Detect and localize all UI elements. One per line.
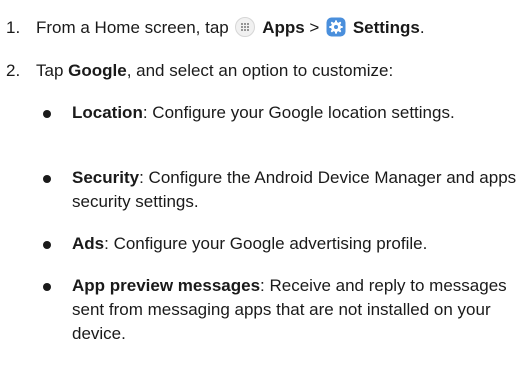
bullet-dot bbox=[43, 175, 51, 183]
bullet-dot bbox=[43, 283, 51, 291]
path-separator: > bbox=[304, 18, 325, 37]
option-label: App preview messages bbox=[72, 276, 261, 295]
bullet-dot bbox=[43, 241, 51, 249]
option-label: Location bbox=[72, 103, 143, 122]
step-number: 1. bbox=[6, 18, 21, 37]
settings-label: Settings bbox=[352, 18, 420, 37]
step-number: 2. bbox=[6, 61, 21, 80]
option-text: Ads: Configure your Google advertising p… bbox=[72, 232, 524, 256]
option-description: : Configure the Android Device Manager a… bbox=[72, 168, 517, 211]
step-text: Tap Google, and select an option to cust… bbox=[36, 59, 524, 83]
option-description: : Configure your Google location setting… bbox=[142, 103, 455, 122]
apps-grid-icon bbox=[234, 17, 256, 37]
option-label: Ads bbox=[72, 234, 105, 253]
step-intro-text: Tap bbox=[36, 61, 69, 80]
option-text: Security: Configure the Android Device M… bbox=[72, 166, 524, 214]
google-label: Google bbox=[68, 61, 127, 80]
apps-label: Apps bbox=[262, 18, 305, 37]
option-text: App preview messages: Receive and reply … bbox=[72, 274, 524, 346]
step-intro-text: From a Home screen, tap bbox=[36, 18, 234, 37]
step-text: From a Home screen, tap Apps > Settings. bbox=[36, 16, 524, 40]
option-label: Security bbox=[72, 168, 140, 187]
bullet-dot bbox=[43, 110, 51, 118]
step-end-punct: . bbox=[419, 18, 425, 37]
option-description: : Configure your Google advertising prof… bbox=[104, 234, 428, 253]
step-outro-text: , and select an option to customize: bbox=[126, 61, 394, 80]
option-text: Location: Configure your Google location… bbox=[72, 101, 524, 125]
settings-gear-icon bbox=[325, 17, 347, 37]
